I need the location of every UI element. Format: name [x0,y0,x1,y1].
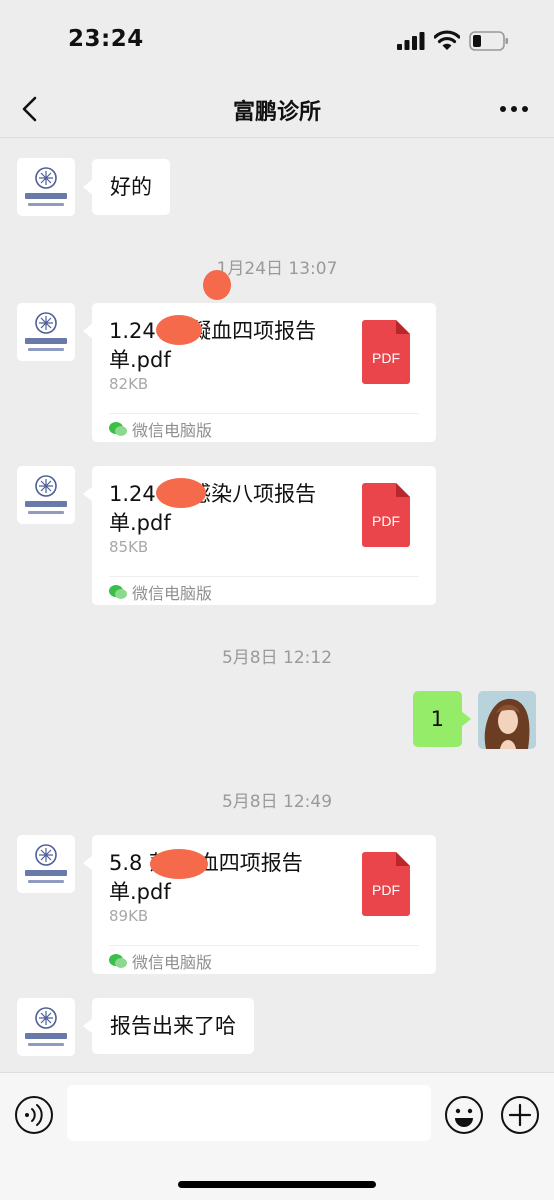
timestamp: 1月24日 13:07 [216,259,338,279]
file-name: 1.24 萍 感染八项报告单.pdf [109,482,317,535]
pdf-file-icon: PDF [362,852,410,916]
status-time: 23:24 [68,26,144,52]
file-source: 微信电脑版 [109,580,212,604]
wifi-icon [434,30,460,50]
pdf-label: PDF [372,882,400,898]
wechat-icon [109,422,127,436]
clinic-avatar[interactable] [17,835,75,893]
clinic-avatar[interactable] [17,158,75,216]
my-avatar[interactable] [478,691,536,749]
clinic-avatar[interactable] [17,303,75,361]
file-name: 1.24 萍 凝血四项报告单.pdf [109,319,317,372]
clinic-logo-icon [25,1007,67,1046]
file-message[interactable]: 1.24 萍 感染八项报告单.pdf 85KB PDF 微信电脑版 [83,466,436,605]
nav-bar: 富鹏诊所 [0,82,554,138]
plus-icon[interactable] [500,1095,540,1135]
file-source-label: 微信电脑版 [132,584,213,603]
file-name: 5.8 萍 凝血四项报告单.pdf [109,851,303,904]
clinic-logo-icon [25,475,67,514]
user-avatar-icon [478,691,536,749]
file-source: 微信电脑版 [109,949,212,973]
status-bar: 23:24 [0,0,554,82]
file-message[interactable]: 1.24 萍 凝血四项报告单.pdf 82KB PDF 微信电脑版 [83,303,436,442]
emoji-icon[interactable] [444,1095,484,1135]
pdf-file-icon: PDF [362,483,410,547]
divider [109,413,419,414]
signal-icon [397,32,425,50]
redaction-mark [156,478,206,508]
battery-icon [469,31,508,51]
file-size: 85KB [109,538,149,556]
file-size: 82KB [109,375,149,393]
chat-title: 富鹏诊所 [232,100,321,125]
file-source: 微信电脑版 [109,417,212,441]
redaction-mark [156,315,202,345]
voice-icon[interactable] [14,1095,54,1135]
redaction-mark [150,849,208,879]
timestamp: 5月8日 12:12 [221,648,333,668]
divider [109,945,419,946]
redaction-mark [203,270,231,300]
file-source-label: 微信电脑版 [132,421,213,440]
timestamp: 5月8日 12:49 [221,792,333,812]
sent-message-bubble[interactable]: 1 [412,691,472,747]
clinic-logo-icon [25,844,67,883]
divider [109,576,419,577]
clinic-avatar[interactable] [17,998,75,1056]
file-message[interactable]: 5.8 萍 凝血四项报告单.pdf 89KB PDF 微信电脑版 [83,835,436,974]
message-input[interactable] [67,1085,431,1141]
clinic-logo-icon [25,312,67,351]
wechat-icon [109,954,127,968]
message-bubble[interactable]: 报告出来了哈 [83,998,254,1054]
pdf-file-icon: PDF [362,320,410,384]
wechat-icon [109,585,127,599]
home-indicator [178,1181,376,1188]
file-size: 89KB [109,907,149,925]
pdf-label: PDF [372,350,400,366]
clinic-avatar[interactable] [17,466,75,524]
message-bubble[interactable]: 好的 [83,159,170,215]
more-icon[interactable] [498,100,530,118]
clinic-logo-icon [25,167,67,206]
pdf-label: PDF [372,513,400,529]
file-source-label: 微信电脑版 [132,953,213,972]
